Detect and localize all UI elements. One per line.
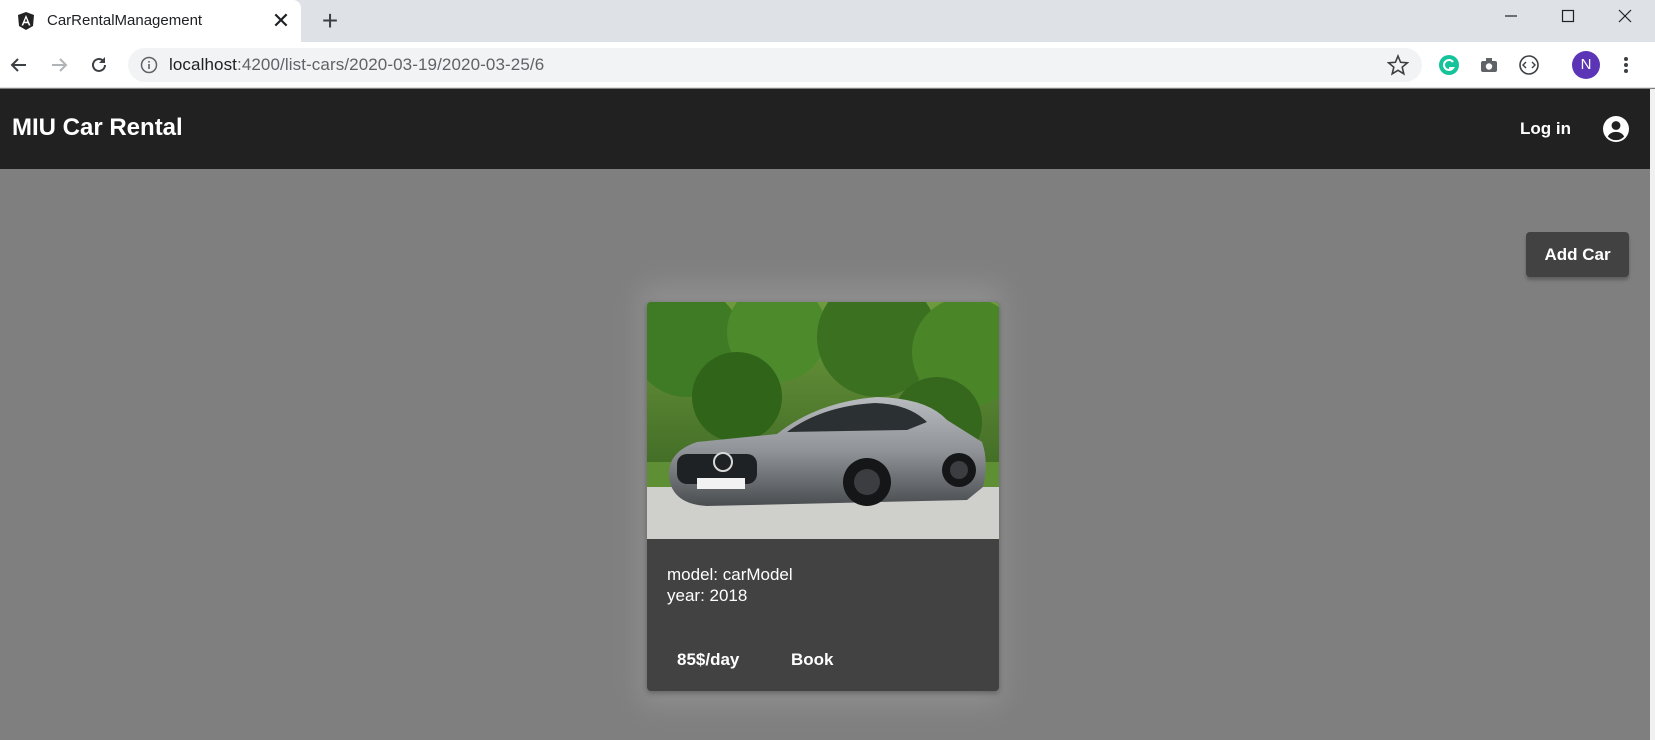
angular-icon	[18, 12, 34, 30]
info-icon	[140, 56, 158, 74]
grammarly-extension[interactable]	[1435, 51, 1463, 79]
minimize-button[interactable]	[1482, 0, 1539, 32]
grammarly-icon	[1439, 55, 1459, 75]
reload-icon	[92, 57, 106, 72]
camera-icon	[1481, 58, 1497, 72]
star-icon[interactable]	[1387, 54, 1409, 76]
browser-tab[interactable]: CarRentalManagement ✕	[0, 0, 301, 42]
camera-extension[interactable]	[1475, 51, 1503, 79]
url-text: localhost:4200/list-cars/2020-03-19/2020…	[169, 55, 544, 75]
forward-arrow-icon	[52, 58, 68, 72]
card-actions: 85$/day Book	[647, 644, 999, 680]
minimize-icon	[1504, 15, 1517, 17]
browser-menu-button[interactable]	[1613, 51, 1639, 79]
new-tab-button[interactable]: +	[316, 7, 344, 35]
browser-tabstrip: CarRentalManagement ✕ +	[0, 0, 1655, 42]
reload-button[interactable]	[84, 50, 114, 80]
maximize-button[interactable]	[1539, 0, 1596, 32]
login-button[interactable]: Log in	[1520, 117, 1571, 141]
car-year: year: 2018	[667, 586, 748, 605]
car-model: model: carModel	[667, 565, 793, 584]
app-toolbar: MIU Car Rental Log in	[0, 89, 1655, 169]
profile-avatar[interactable]: N	[1572, 51, 1600, 79]
code-extension[interactable]	[1515, 51, 1543, 79]
book-button[interactable]: Book	[791, 650, 834, 670]
account-circle-icon[interactable]	[1602, 115, 1630, 143]
url-host: localhost	[169, 55, 237, 74]
car-details: model: carModel year: 2018	[667, 564, 793, 606]
forward-button[interactable]	[44, 50, 74, 80]
window-close-button[interactable]	[1596, 0, 1653, 32]
url-path: :4200/list-cars/2020-03-19/2020-03-25/6	[237, 55, 545, 74]
scrollbar[interactable]	[1650, 89, 1655, 740]
back-arrow-icon	[10, 58, 26, 72]
back-button[interactable]	[4, 50, 34, 80]
add-car-button[interactable]: Add Car	[1526, 232, 1629, 277]
address-bar[interactable]: localhost:4200/list-cars/2020-03-19/2020…	[128, 48, 1422, 82]
price-button[interactable]: 85$/day	[677, 650, 739, 670]
car-card: model: carModel year: 2018 85$/day Book	[647, 302, 999, 691]
tab-close-icon[interactable]: ✕	[269, 9, 293, 33]
close-icon	[1618, 9, 1631, 23]
more-vertical-icon	[1624, 57, 1628, 73]
browser-toolbar: localhost:4200/list-cars/2020-03-19/2020…	[0, 42, 1655, 88]
maximize-icon	[1561, 9, 1574, 23]
app-title: MIU Car Rental	[12, 114, 183, 141]
tab-title: CarRentalManagement	[47, 12, 203, 29]
car-image	[647, 302, 999, 539]
code-icon	[1519, 55, 1539, 75]
